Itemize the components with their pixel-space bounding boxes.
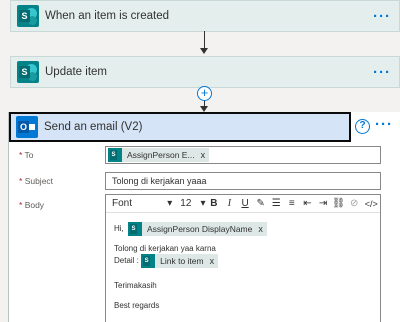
- sharepoint-icon: [108, 148, 122, 162]
- sharepoint-icon: [128, 222, 143, 236]
- send-email-card: O Send an email (V2) ? ··· * To AssignPe…: [8, 112, 400, 322]
- bulleted-list-icon[interactable]: ☰: [269, 198, 284, 209]
- to-token[interactable]: AssignPerson E... x: [108, 148, 210, 162]
- thanks-line: Terimakasih: [114, 281, 157, 290]
- font-size-select[interactable]: 12 ▾: [180, 198, 205, 209]
- sharepoint-icon: S: [17, 61, 39, 83]
- body-label: * Body: [19, 200, 45, 210]
- subject-input[interactable]: Tolong di kerjakan yaaa: [105, 172, 381, 190]
- font-select[interactable]: Font ▾: [112, 198, 172, 209]
- outdent-icon[interactable]: ⇤: [300, 198, 315, 209]
- remove-token-icon[interactable]: x: [210, 256, 215, 267]
- update-item-card[interactable]: S Update item ···: [10, 56, 400, 88]
- help-icon[interactable]: ?: [355, 119, 370, 134]
- outlook-icon: O: [16, 116, 38, 138]
- pen-icon[interactable]: ✎: [253, 198, 268, 209]
- trigger-title: When an item is created: [45, 10, 170, 22]
- bold-button[interactable]: B: [207, 198, 222, 209]
- underline-button[interactable]: U: [238, 198, 253, 209]
- send-email-header[interactable]: O Send an email (V2): [9, 112, 351, 142]
- formatting-toolbar: Font ▾ 12 ▾ B I U ✎ ☰ ≡ ⇤ ⇥ ⛓ ⊘ </>: [106, 195, 380, 213]
- body-line: Tolong di kerjakan yaa karna: [114, 244, 216, 253]
- connector-arrow-icon: [200, 48, 208, 54]
- code-view-icon[interactable]: </>: [363, 199, 381, 209]
- closing-line: Best regards: [114, 301, 160, 310]
- more-options-icon[interactable]: ···: [373, 8, 391, 25]
- send-email-title: Send an email (V2): [44, 121, 143, 133]
- chevron-down-icon: ▾: [200, 198, 206, 209]
- remove-token-icon[interactable]: x: [258, 224, 263, 235]
- greeting-line: Hi, AssignPerson DisplayName x: [114, 222, 372, 236]
- more-options-icon[interactable]: ···: [373, 64, 391, 81]
- link-to-item-token[interactable]: Link to item x: [141, 254, 219, 268]
- more-options-icon[interactable]: ···: [375, 116, 393, 133]
- indent-icon[interactable]: ⇥: [316, 198, 331, 209]
- link-icon[interactable]: ⛓: [331, 198, 346, 209]
- sharepoint-icon: [141, 254, 156, 268]
- connector-line: [204, 31, 205, 49]
- update-item-title: Update item: [45, 66, 108, 78]
- detail-line: Detail : Link to item x: [114, 254, 372, 268]
- subject-label: * Subject: [19, 176, 54, 186]
- add-step-button[interactable]: +: [197, 86, 212, 101]
- body-editor[interactable]: Font▾ 12▾ B I U ✎ ☰ ≡ ⇤ ⇥ ⛓ ⊘ </> Hi, As…: [105, 194, 381, 322]
- unlink-icon[interactable]: ⊘: [347, 198, 362, 209]
- to-label: * To: [19, 150, 34, 160]
- numbered-list-icon[interactable]: ≡: [285, 198, 300, 209]
- italic-button[interactable]: I: [222, 198, 237, 209]
- sharepoint-icon: S: [17, 5, 39, 27]
- remove-token-icon[interactable]: x: [201, 150, 206, 160]
- to-field[interactable]: AssignPerson E... x: [105, 146, 381, 164]
- body-content[interactable]: Hi, AssignPerson DisplayName x Tolong di…: [106, 213, 380, 317]
- trigger-card[interactable]: S When an item is created ···: [10, 0, 400, 32]
- chevron-down-icon: ▾: [167, 198, 173, 209]
- display-name-token[interactable]: AssignPerson DisplayName x: [128, 222, 267, 236]
